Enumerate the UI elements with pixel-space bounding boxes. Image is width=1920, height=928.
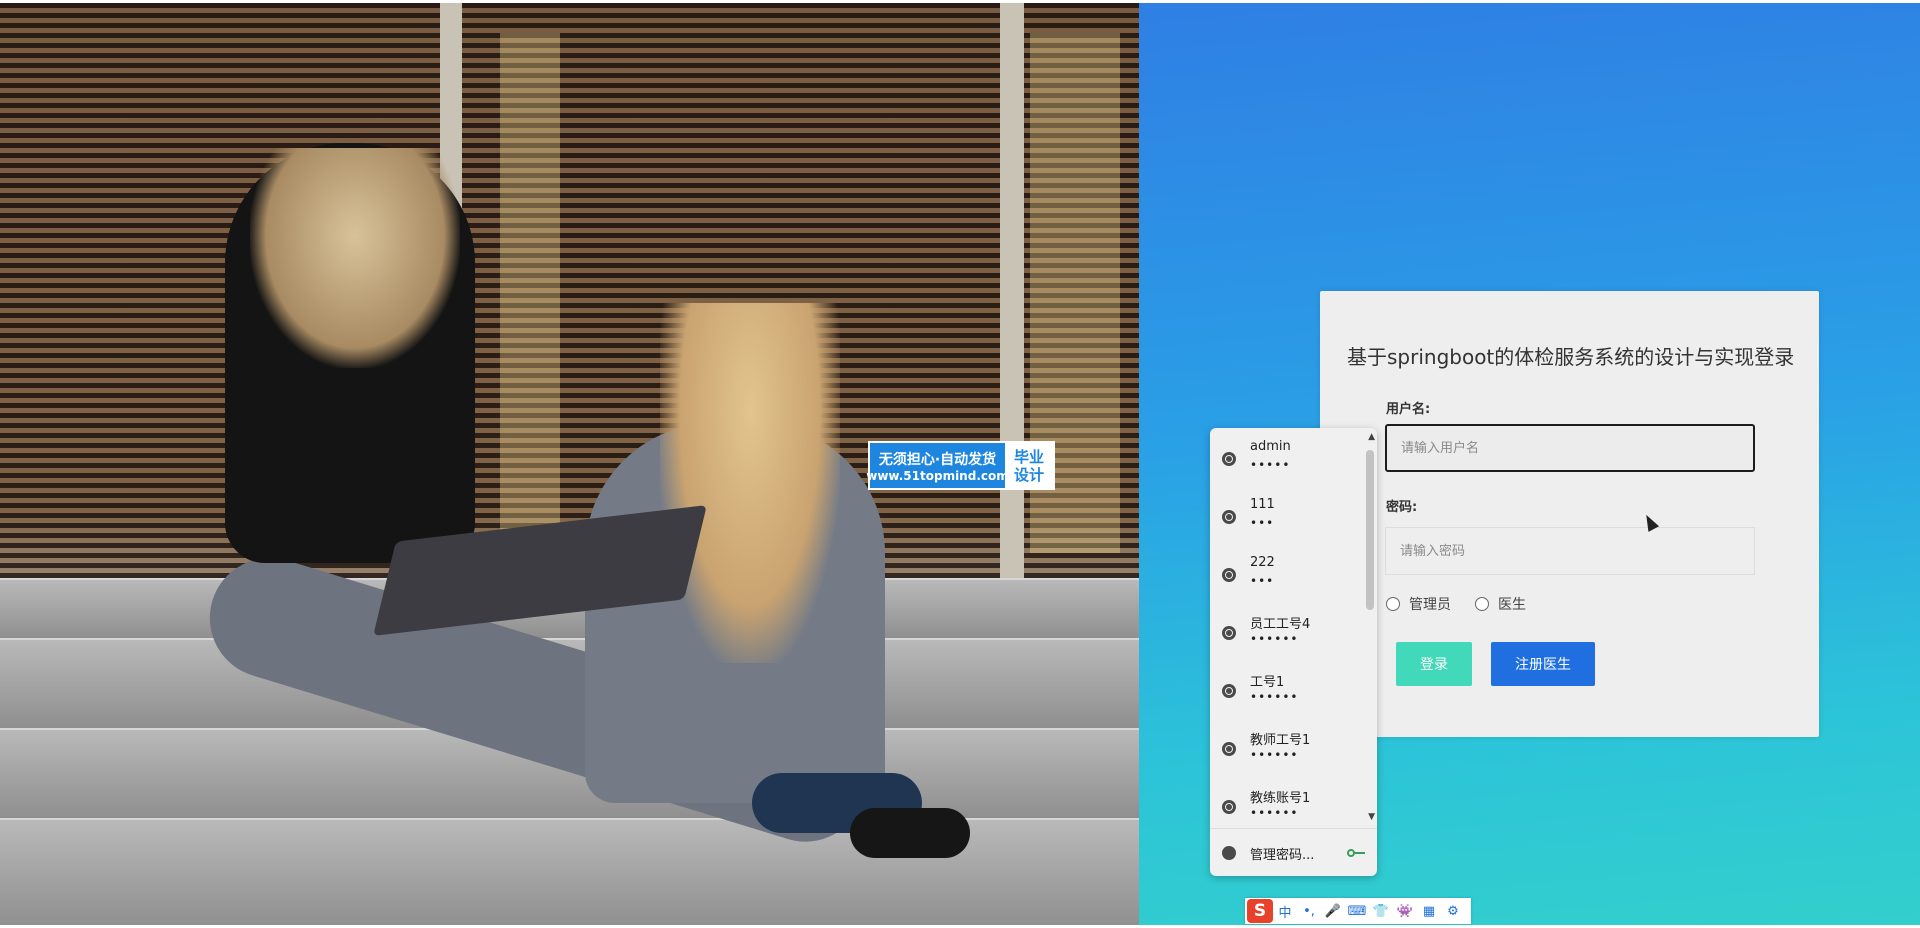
manage-passwords-item[interactable]: 管理密码... (1210, 828, 1377, 876)
credential-item[interactable]: 工号1 •••••• (1210, 660, 1362, 718)
credential-item[interactable]: 教师工号1 •••••• (1210, 718, 1362, 776)
username-label: 用户名: (1386, 402, 1431, 417)
watermark-slogan: 无须担心·自动发货 (878, 451, 997, 468)
mascot-icon[interactable]: 👾 (1393, 899, 1417, 923)
login-title: 基于springboot的体检服务系统的设计与实现登录 (1347, 345, 1795, 369)
credential-username: 员工工号4 (1250, 617, 1311, 632)
password-label: 密码: (1386, 500, 1418, 515)
ime-punctuation-icon[interactable]: •, (1297, 899, 1321, 923)
toolbox-icon[interactable]: ▦ (1417, 899, 1441, 923)
settings-icon (1222, 846, 1236, 860)
credential-item[interactable]: 教练账号1 •••••• (1210, 776, 1362, 834)
manage-passwords-label: 管理密码... (1250, 848, 1315, 863)
credential-item[interactable]: 222 ••• (1210, 544, 1362, 602)
role-label-doctor[interactable]: 医生 (1498, 594, 1526, 614)
role-label-admin[interactable]: 管理员 (1409, 594, 1451, 614)
credential-password: •••••• (1250, 748, 1299, 762)
register-doctor-button[interactable]: 注册医生 (1491, 642, 1595, 686)
ime-toolbar: S 中 •, 🎤 ⌨ 👕 👾 ▦ ⚙ (1245, 898, 1471, 924)
gear-icon[interactable]: ⚙ (1441, 899, 1465, 923)
watermark-tag: 毕业 设计 (1005, 443, 1053, 488)
watermark-tag-top: 毕业 (1013, 447, 1044, 466)
credential-password: ••• (1250, 516, 1275, 530)
skin-icon[interactable]: 👕 (1369, 899, 1393, 923)
scrollbar-thumb[interactable] (1366, 450, 1374, 610)
credential-item[interactable]: admin ••••• (1210, 428, 1362, 486)
scroll-up-arrow-icon[interactable]: ▲ (1368, 432, 1375, 442)
pillar (1000, 3, 1024, 578)
credential-password: ••• (1250, 574, 1275, 588)
role-selector: 管理员 医生 (1386, 594, 1550, 614)
globe-icon (1222, 510, 1236, 524)
watermark-url: www.51topmind.com (866, 468, 1009, 483)
globe-icon (1222, 684, 1236, 698)
credential-item[interactable]: 111 ••• (1210, 486, 1362, 544)
globe-icon (1222, 626, 1236, 640)
sneaker (850, 808, 970, 858)
key-icon (1347, 848, 1365, 858)
globe-icon (1222, 800, 1236, 814)
role-radio-doctor[interactable] (1475, 597, 1489, 611)
credentials-list: admin ••••• 111 ••• 222 ••• 员工工号4 ••••••… (1210, 428, 1362, 828)
credential-item[interactable]: 员工工号4 •••••• (1210, 602, 1362, 660)
window-glow (500, 33, 560, 553)
person-right-hair (660, 303, 840, 663)
saved-credentials-dropdown: admin ••••• 111 ••• 222 ••• 员工工号4 ••••••… (1210, 428, 1377, 876)
ime-language-toggle[interactable]: 中 (1273, 899, 1297, 923)
credential-password: •••••• (1250, 690, 1299, 704)
password-input[interactable] (1385, 527, 1755, 575)
credential-username: 教练账号1 (1250, 791, 1311, 806)
credential-username: admin (1250, 439, 1291, 454)
credential-password: •••••• (1250, 632, 1299, 646)
credential-username: 222 (1250, 555, 1275, 570)
watermark-text: 无须担心·自动发货 www.51topmind.com (866, 443, 1009, 488)
username-input[interactable] (1385, 424, 1755, 472)
wooden-slats (0, 3, 1139, 578)
credential-password: ••••• (1250, 458, 1291, 472)
watermark-tag-bottom: 设计 (1013, 465, 1044, 484)
globe-icon (1222, 452, 1236, 466)
credential-password: •••••• (1250, 806, 1299, 820)
ime-logo-icon[interactable]: S (1247, 899, 1273, 923)
keyboard-icon[interactable]: ⌨ (1345, 899, 1369, 923)
role-radio-admin[interactable] (1386, 597, 1400, 611)
login-button[interactable]: 登录 (1396, 642, 1472, 686)
scroll-down-arrow-icon[interactable]: ▼ (1368, 812, 1375, 822)
credential-username: 工号1 (1250, 675, 1285, 690)
globe-icon (1222, 568, 1236, 582)
login-card: 基于springboot的体检服务系统的设计与实现登录 用户名: 密码: 管理员… (1320, 291, 1819, 737)
person-left-hair (250, 148, 460, 368)
watermark-badge: 无须担心·自动发货 www.51topmind.com 毕业 设计 (866, 441, 1055, 490)
credential-username: 111 (1250, 497, 1275, 512)
microphone-icon[interactable]: 🎤 (1321, 899, 1345, 923)
globe-icon (1222, 742, 1236, 756)
credential-username: 教师工号1 (1250, 733, 1311, 748)
